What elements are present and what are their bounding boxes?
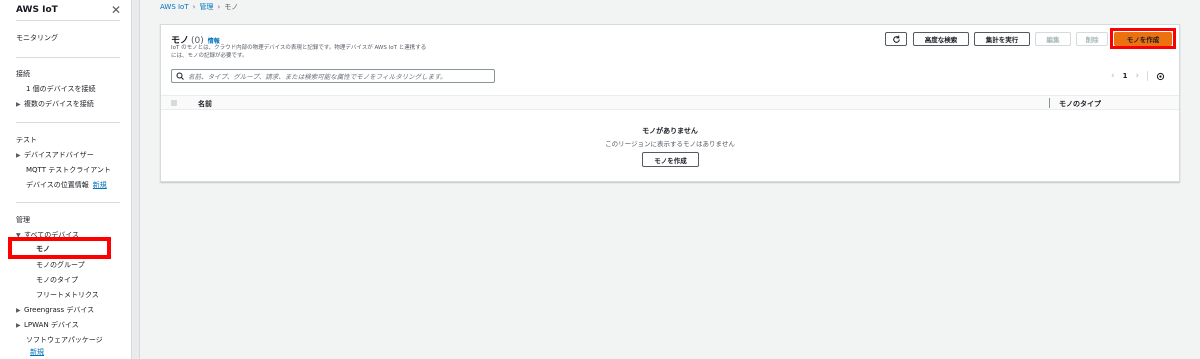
sidebar-title: AWS IoT [16,5,58,15]
new-badge: 新規 [30,347,44,357]
close-icon[interactable]: ✕ [111,4,121,16]
sidebar-item-mqtt-client[interactable]: MQTT テストクライアント [26,165,111,175]
delete-button[interactable]: 削除 [1076,32,1108,46]
sidebar-item-label: Greengrass デバイス [24,306,95,314]
sidebar-item-lpwan[interactable]: ▶ LPWAN デバイス [16,320,79,330]
column-header-type[interactable]: モノのタイプ [1059,99,1101,109]
select-all-checkbox[interactable] [171,100,177,106]
column-resizer[interactable] [1049,98,1050,108]
sidebar-divider [16,122,120,123]
sidebar-scrollbar[interactable] [132,0,140,359]
breadcrumb-link-manage[interactable]: 管理 [199,2,213,12]
sidebar-item-monitoring[interactable]: モニタリング [16,33,58,43]
sidebar: AWS IoT ✕ モニタリング 接続 1 個のデバイスを接続 ▶ 複数のデバイス… [0,0,132,359]
sidebar-item-label: デバイスの位置情報 [26,181,89,189]
column-header-name[interactable]: 名前 [198,99,212,109]
sidebar-item-connect-one[interactable]: 1 個のデバイスを接続 [26,84,95,94]
chevron-right-icon: › [192,3,196,11]
pager-divider [1147,71,1149,81]
highlight-frame [8,237,111,259]
sidebar-item-label: LPWAN デバイス [24,321,79,329]
page-description: IoT のモノとは、クラウド内部の物理デバイスの表現と記録です。物理デバイスが … [171,44,461,60]
chevron-right-icon[interactable]: › [1135,71,1139,81]
search-placeholder: 名前、タイプ、グループ、請求、または検索可能な属性でモノをフィルタリングします。 [188,73,447,81]
gear-icon[interactable] [1156,72,1165,81]
chevron-right-icon: › [217,3,221,11]
sidebar-divider [16,57,120,58]
advanced-search-button[interactable]: 高度な検索 [913,32,969,46]
search-input[interactable]: 名前、タイプ、グループ、請求、または検索可能な属性でモノをフィルタリングします。 [171,69,495,83]
caret-right-icon: ▶ [16,322,21,329]
breadcrumb: AWS IoT › 管理 › モノ [160,2,238,12]
new-badge: 新規 [92,181,107,189]
page-number[interactable]: 1 [1123,72,1128,80]
sidebar-item-label: 複数のデバイスを接続 [24,100,94,108]
sidebar-heading-test: テスト [16,136,37,144]
refresh-icon [892,35,900,43]
pagination: ‹ 1 › [1111,71,1165,81]
table-header: 名前 モノのタイプ [161,95,1179,110]
sidebar-item-thing-groups[interactable]: モノのグループ [36,260,85,270]
sidebar-divider [16,202,120,203]
sidebar-item-thing-types[interactable]: モノのタイプ [36,275,78,285]
edit-button[interactable]: 編集 [1035,32,1071,46]
sidebar-item-connect-many[interactable]: ▶ 複数のデバイスを接続 [16,99,94,109]
run-aggregation-button[interactable]: 集計を実行 [974,32,1030,46]
caret-right-icon: ▶ [16,152,21,159]
breadcrumb-link-aws-iot[interactable]: AWS IoT [160,3,189,11]
sidebar-item-device-location[interactable]: デバイスの位置情報 新規 [26,180,107,190]
empty-create-thing-button[interactable]: モノを作成 [642,152,699,167]
search-icon [176,72,184,80]
sidebar-heading-manage: 管理 [16,216,30,224]
description-line: には、モノの記録が必要です。 [171,53,248,59]
breadcrumb-current: モノ [224,3,239,11]
sidebar-item-greengrass[interactable]: ▶ Greengrass デバイス [16,305,94,315]
caret-right-icon: ▶ [16,101,21,108]
sidebar-item-fleet-metrics[interactable]: フリートメトリクス [36,290,99,300]
sidebar-heading-connect: 接続 [16,70,30,78]
sidebar-item-software-packages[interactable]: ソフトウェアパッケージ [26,335,103,345]
refresh-button[interactable] [885,32,907,46]
empty-state-title: モノがありません [642,127,698,135]
sidebar-item-device-advisor[interactable]: ▶ デバイスアドバイザー [16,150,94,160]
sidebar-header: AWS IoT ✕ [0,0,131,20]
things-panel: モノ (0) 情報 IoT のモノとは、クラウド内部の物理デバイスの表現と記録です。… [160,24,1180,182]
empty-state-subtitle: このリージョンに表示するモノはありません [605,140,735,148]
sidebar-item-label: デバイスアドバイザー [24,151,94,159]
chevron-left-icon[interactable]: ‹ [1111,71,1115,81]
new-badge-label: 新規 [30,348,44,356]
caret-right-icon: ▶ [16,307,21,314]
description-line: IoT のモノとは、クラウド内部の物理デバイスの表現と記録です。物理デバイスが … [171,45,427,51]
highlight-frame [1110,28,1176,49]
sidebar-divider [16,20,120,21]
